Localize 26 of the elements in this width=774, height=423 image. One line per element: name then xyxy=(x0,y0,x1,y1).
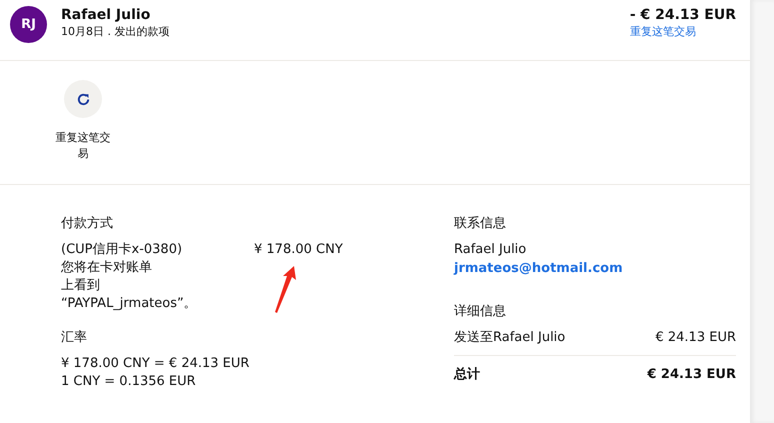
repeat-link[interactable]: 重复这笔交易 xyxy=(630,24,696,40)
statement-note: 您将在卡对账单 xyxy=(61,259,153,277)
repeat-button[interactable] xyxy=(64,80,102,118)
statement-note: “PAYPAL_jrmateos”。 xyxy=(61,295,198,313)
refresh-icon xyxy=(76,92,90,106)
statement-note: 上看到 xyxy=(61,277,101,295)
payment-method: (CUP信用卡x-0380) xyxy=(61,241,184,259)
section-heading: 付款方式 xyxy=(61,215,114,233)
exchange-rate: ¥ 178.00 CNY = € 24.13 EUR xyxy=(61,355,250,373)
detail-value: € 24.13 EUR xyxy=(655,328,736,346)
section-heading: 汇率 xyxy=(61,329,88,347)
email-link[interactable]: jrmateos@hotmail.com xyxy=(454,260,623,278)
contact-name: Rafael Julio xyxy=(454,241,528,259)
total-label: 总计 xyxy=(454,366,480,384)
total-value: € 24.13 EUR xyxy=(647,366,736,384)
arrow-drawing xyxy=(275,266,296,313)
detail-label: 发送至Rafael Julio xyxy=(454,328,566,346)
repeat-label: 重复这笔交易 xyxy=(54,130,112,162)
contact-name: Rafael Julio xyxy=(61,6,152,24)
section-heading: 联系信息 xyxy=(454,215,507,233)
avatar: RJ xyxy=(10,6,47,43)
transaction-amount: - € 24.13 EUR xyxy=(630,6,736,24)
section-heading: 详细信息 xyxy=(454,302,507,320)
payment-amount: ¥ 178.00 CNY xyxy=(254,241,343,259)
exchange-rate: 1 CNY = 0.1356 EUR xyxy=(61,373,197,391)
transaction-subtitle: 10月8日 . 发出的款项 xyxy=(61,24,170,40)
